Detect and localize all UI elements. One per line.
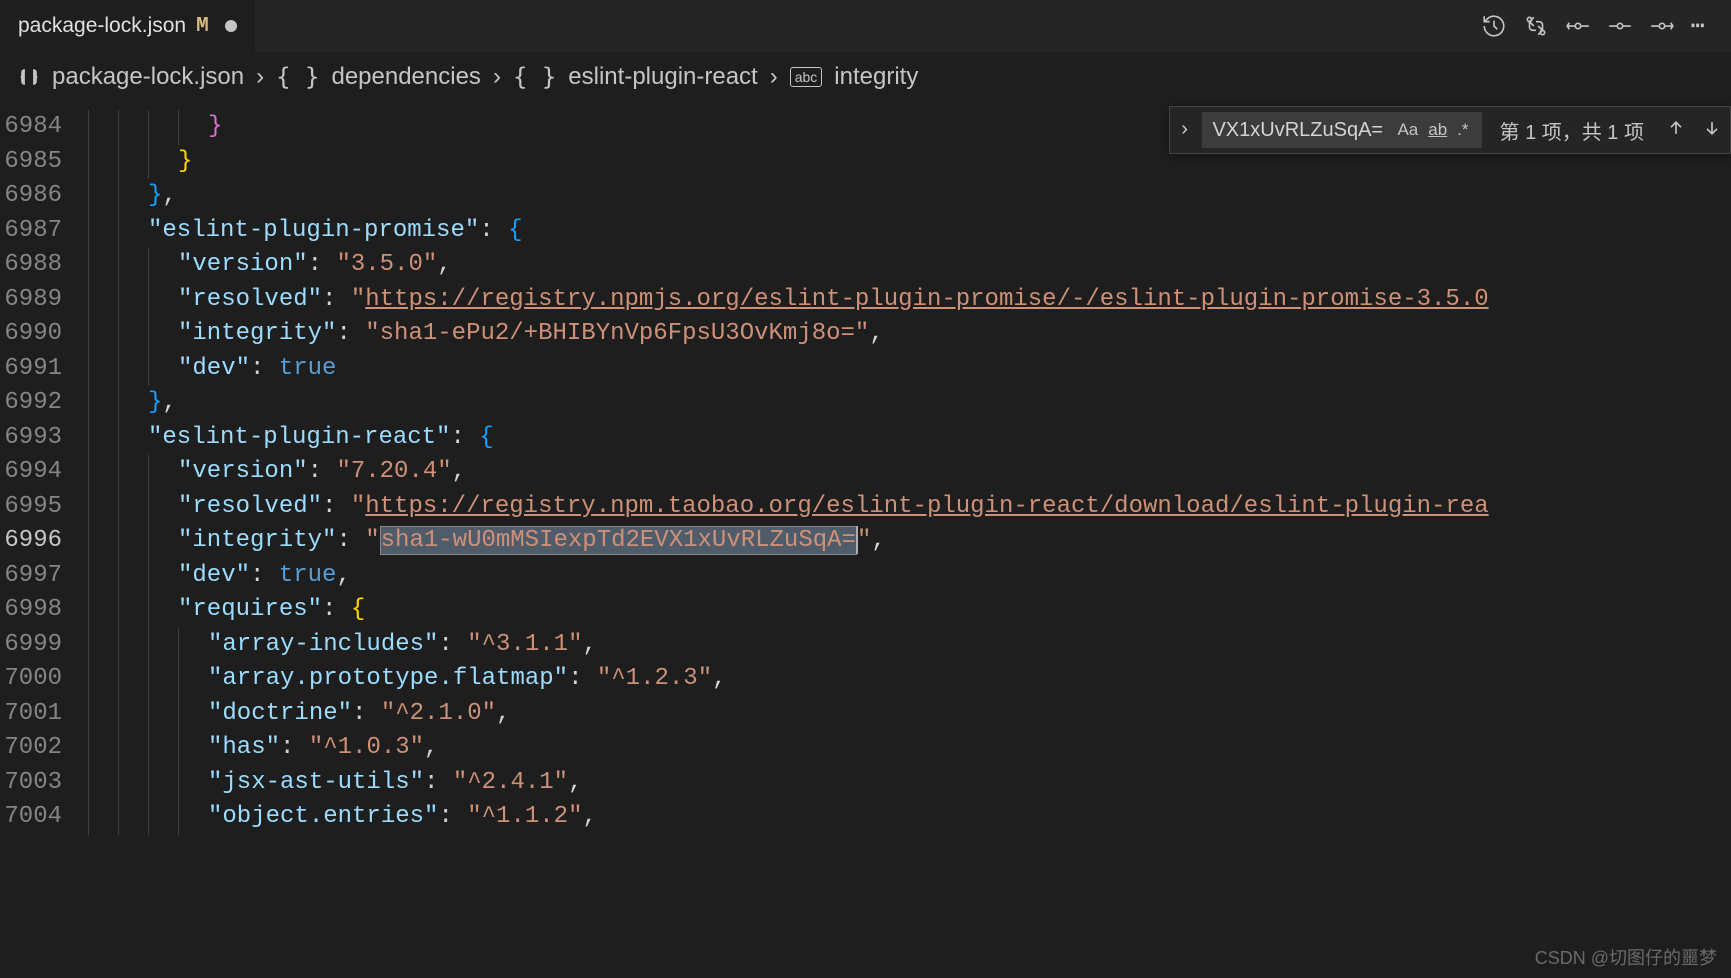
braces-icon: { } bbox=[513, 63, 556, 91]
find-toggle-replace-icon[interactable]: › bbox=[1170, 119, 1198, 142]
breadcrumb-segment-1[interactable]: eslint-plugin-react bbox=[568, 63, 757, 91]
find-result-count: 第 1 项，共 1 项 bbox=[1486, 116, 1658, 145]
breadcrumb-file[interactable]: package-lock.json bbox=[52, 63, 244, 91]
json-file-icon bbox=[18, 66, 40, 88]
chevron-right-icon: › bbox=[493, 63, 501, 91]
find-regex[interactable]: .* bbox=[1452, 118, 1473, 142]
find-input-wrap: Aa ab .* bbox=[1202, 112, 1481, 148]
find-widget: › Aa ab .* 第 1 项，共 1 项 bbox=[1169, 106, 1731, 154]
more-actions-icon[interactable]: ⋯ bbox=[1691, 11, 1707, 41]
find-next-icon[interactable] bbox=[1694, 118, 1730, 143]
prev-change-icon[interactable] bbox=[1607, 13, 1633, 39]
string-icon: abc bbox=[790, 67, 823, 87]
tab-filename: package-lock.json bbox=[18, 14, 186, 38]
breadcrumb-segment-0[interactable]: dependencies bbox=[331, 63, 480, 91]
tab-actions: ⋯ bbox=[1481, 0, 1721, 52]
next-change-icon[interactable] bbox=[1649, 13, 1675, 39]
find-previous-icon[interactable] bbox=[1658, 118, 1694, 143]
revert-icon[interactable] bbox=[1565, 13, 1591, 39]
line-number-gutter: 6984698569866987698869896990699169926993… bbox=[0, 102, 88, 978]
tab-modified-badge: M bbox=[196, 15, 209, 38]
dirty-indicator-icon bbox=[225, 20, 237, 32]
find-whole-word[interactable]: ab bbox=[1423, 118, 1452, 142]
braces-icon: { } bbox=[276, 63, 319, 91]
editor[interactable]: 6984698569866987698869896990699169926993… bbox=[0, 102, 1731, 978]
tab-active[interactable]: package-lock.json M bbox=[0, 0, 256, 52]
tab-bar: package-lock.json M ⋯ bbox=[0, 0, 1731, 52]
history-icon[interactable] bbox=[1481, 13, 1507, 39]
watermark: CSDN @切图仔的噩梦 bbox=[1535, 944, 1717, 970]
find-input[interactable] bbox=[1212, 119, 1392, 142]
chevron-right-icon: › bbox=[256, 63, 264, 91]
compare-icon[interactable] bbox=[1523, 13, 1549, 39]
chevron-right-icon: › bbox=[770, 63, 778, 91]
find-case-sensitive[interactable]: Aa bbox=[1392, 118, 1423, 142]
breadcrumb[interactable]: package-lock.json › { } dependencies › {… bbox=[0, 52, 1731, 102]
breadcrumb-segment-2[interactable]: integrity bbox=[834, 63, 918, 91]
code-area[interactable]: }}},"eslint-plugin-promise": {"version":… bbox=[88, 102, 1731, 978]
